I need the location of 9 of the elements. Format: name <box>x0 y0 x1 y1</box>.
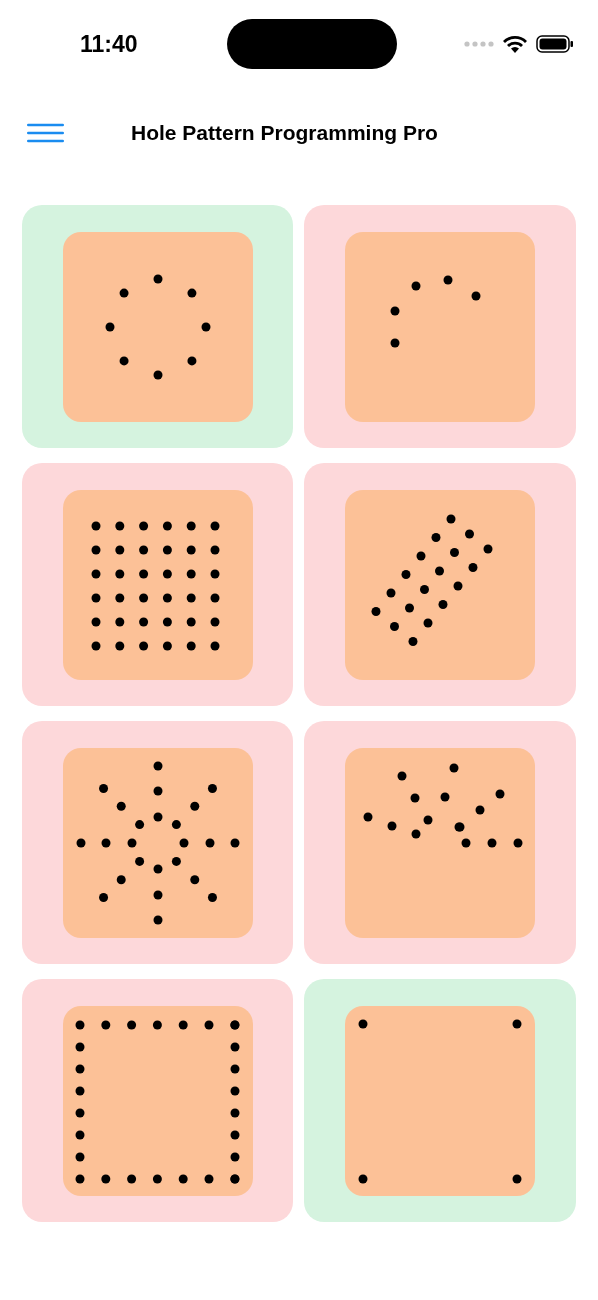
wifi-icon <box>502 34 528 54</box>
pattern-card[interactable] <box>22 721 293 964</box>
pattern-card[interactable] <box>22 463 293 706</box>
battery-icon <box>536 35 574 53</box>
signal-icon <box>464 41 494 47</box>
status-time: 11:40 <box>80 30 139 58</box>
pattern-card[interactable] <box>22 979 293 1222</box>
app-title: Hole Pattern Programming Pro <box>131 121 438 145</box>
menu-icon[interactable] <box>27 123 64 143</box>
